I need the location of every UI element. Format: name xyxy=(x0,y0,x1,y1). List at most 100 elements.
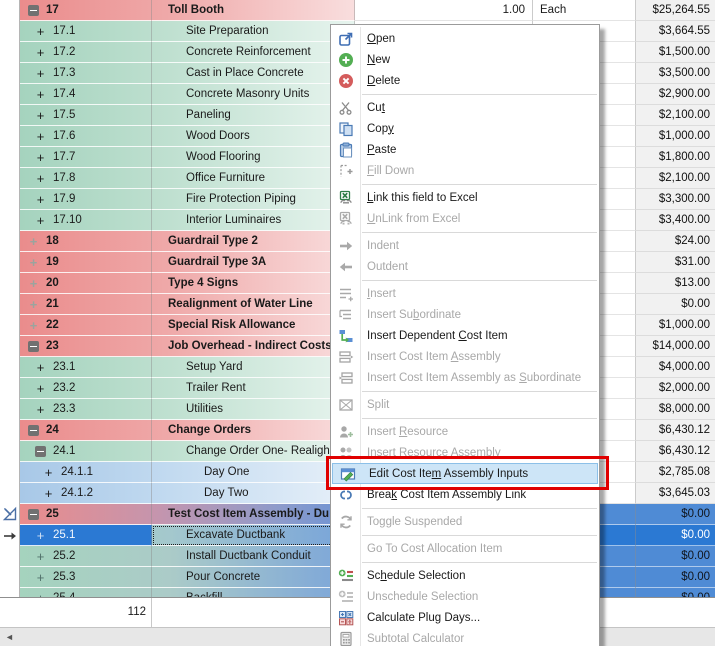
cell-id[interactable]: +23.1 xyxy=(20,357,152,378)
cell-amount[interactable]: $1,500.00 xyxy=(636,42,715,63)
cell-description[interactable]: Interior Luminaires xyxy=(152,210,355,231)
cell-id[interactable]: +24.1.1 xyxy=(20,462,152,483)
cell-description[interactable]: Wood Flooring xyxy=(152,147,355,168)
cell-amount[interactable]: $3,664.55 xyxy=(636,21,715,42)
cell-amount[interactable]: $1,000.00 xyxy=(636,315,715,336)
cell-description[interactable]: Change Orders xyxy=(152,420,355,441)
cell-amount[interactable]: $2,000.00 xyxy=(636,378,715,399)
menu-item-paste[interactable]: Paste xyxy=(331,139,599,160)
cell-amount[interactable]: $13.00 xyxy=(636,273,715,294)
cell-amount[interactable]: $2,785.08 xyxy=(636,462,715,483)
cell-id[interactable]: +17.8 xyxy=(20,168,152,189)
expand-toggle[interactable]: + xyxy=(28,236,39,247)
cell-amount[interactable]: $3,400.00 xyxy=(636,210,715,231)
menu-item-new[interactable]: New xyxy=(331,49,599,70)
cell-amount[interactable]: $6,430.12 xyxy=(636,420,715,441)
cell-amount[interactable]: $0.00 xyxy=(636,504,715,525)
menu-item-schedule-selection[interactable]: Schedule Selection xyxy=(331,565,599,586)
cell-quantity[interactable]: 1.00 xyxy=(355,0,533,21)
expand-toggle[interactable]: + xyxy=(35,47,46,58)
cell-description[interactable]: Test Cost Item Assembly - Du xyxy=(152,504,355,525)
cell-description[interactable]: Install Ductbank Conduit xyxy=(152,546,355,567)
cell-amount[interactable]: $1,800.00 xyxy=(636,147,715,168)
cell-description[interactable]: Setup Yard xyxy=(152,357,355,378)
cell-id[interactable]: 23 xyxy=(20,336,152,357)
cell-id[interactable]: +17.6 xyxy=(20,126,152,147)
menu-item-break-cost-item-assembly-link[interactable]: Break Cost Item Assembly Link xyxy=(331,484,599,505)
expand-toggle[interactable]: + xyxy=(28,278,39,289)
cell-id[interactable]: +17.4 xyxy=(20,84,152,105)
cell-amount[interactable]: $2,100.00 xyxy=(636,105,715,126)
cell-amount[interactable]: $3,500.00 xyxy=(636,63,715,84)
cell-amount[interactable]: $0.00 xyxy=(636,588,715,597)
cell-id[interactable]: 17 xyxy=(20,0,152,21)
menu-item-insert-dependent-cost-item[interactable]: Insert Dependent Cost Item xyxy=(331,325,599,346)
cell-id[interactable]: 24.1 xyxy=(20,441,152,462)
cell-description[interactable]: Concrete Masonry Units xyxy=(152,84,355,105)
cell-id[interactable]: +20 xyxy=(20,273,152,294)
cell-amount[interactable]: $2,100.00 xyxy=(636,168,715,189)
expand-toggle[interactable]: + xyxy=(35,110,46,121)
expand-toggle[interactable]: + xyxy=(35,530,46,541)
cell-description[interactable]: Utilities xyxy=(152,399,355,420)
expand-toggle[interactable] xyxy=(28,425,39,436)
cell-id[interactable]: +18 xyxy=(20,231,152,252)
cell-amount[interactable]: $0.00 xyxy=(636,546,715,567)
cell-id[interactable]: 25 xyxy=(20,504,152,525)
cell-id[interactable]: +25.3 xyxy=(20,567,152,588)
expand-toggle[interactable]: + xyxy=(35,362,46,373)
expand-toggle[interactable]: + xyxy=(35,89,46,100)
cell-amount[interactable]: $14,000.00 xyxy=(636,336,715,357)
cell-unit[interactable]: Each xyxy=(533,0,636,21)
menu-item-cut[interactable]: Cut xyxy=(331,97,599,118)
cell-description[interactable]: Trailer Rent xyxy=(152,378,355,399)
cell-description[interactable]: Job Overhead - Indirect Costs xyxy=(152,336,355,357)
expand-toggle[interactable]: + xyxy=(35,215,46,226)
expand-toggle[interactable] xyxy=(28,5,39,16)
cell-id[interactable]: +17.7 xyxy=(20,147,152,168)
cell-id[interactable]: +25.1 xyxy=(20,525,152,546)
cell-description[interactable]: Wood Doors xyxy=(152,126,355,147)
expand-toggle[interactable]: + xyxy=(35,404,46,415)
cell-description[interactable]: Special Risk Allowance xyxy=(152,315,355,336)
cell-description[interactable]: Office Furniture xyxy=(152,168,355,189)
cell-amount[interactable]: $0.00 xyxy=(636,525,715,546)
cell-description[interactable]: Guardrail Type 2 xyxy=(152,231,355,252)
menu-item-calculate-plug-days[interactable]: Calculate Plug Days... xyxy=(331,607,599,628)
cell-description[interactable]: Fire Protection Piping xyxy=(152,189,355,210)
expand-toggle[interactable]: + xyxy=(35,26,46,37)
cell-description[interactable]: Type 4 Signs xyxy=(152,273,355,294)
cell-description[interactable]: Toll Booth xyxy=(152,0,355,21)
expand-toggle[interactable]: + xyxy=(35,173,46,184)
grid-row-17[interactable]: 17Toll Booth1.00Each$25,264.55 xyxy=(20,0,715,21)
cell-id[interactable]: 24 xyxy=(20,420,152,441)
expand-toggle[interactable]: + xyxy=(43,488,54,499)
expand-toggle[interactable] xyxy=(28,341,39,352)
menu-item-link-field-to-excel[interactable]: Link this field to Excel xyxy=(331,187,599,208)
cell-id[interactable]: +17.2 xyxy=(20,42,152,63)
cell-amount[interactable]: $1,000.00 xyxy=(636,126,715,147)
cell-id[interactable]: +23.3 xyxy=(20,399,152,420)
menu-item-open[interactable]: Open xyxy=(331,28,599,49)
expand-toggle[interactable]: + xyxy=(35,383,46,394)
cell-description[interactable]: Site Preparation xyxy=(152,21,355,42)
cell-id[interactable]: +25.4 xyxy=(20,588,152,597)
cell-id[interactable]: +17.9 xyxy=(20,189,152,210)
cell-id[interactable]: +22 xyxy=(20,315,152,336)
cell-amount[interactable]: $6,430.12 xyxy=(636,441,715,462)
expand-toggle[interactable]: + xyxy=(35,551,46,562)
expand-toggle[interactable]: + xyxy=(28,320,39,331)
cell-id[interactable]: +17.1 xyxy=(20,21,152,42)
expand-toggle[interactable]: + xyxy=(35,194,46,205)
cell-description[interactable]: Concrete Reinforcement xyxy=(152,42,355,63)
expand-toggle[interactable]: + xyxy=(35,572,46,583)
cell-description[interactable]: Change Order One- Realigh the W xyxy=(152,441,355,462)
cell-description[interactable]: Day Two xyxy=(152,483,355,504)
cell-amount[interactable]: $3,645.03 xyxy=(636,483,715,504)
expand-toggle[interactable]: + xyxy=(35,68,46,79)
cell-amount[interactable]: $0.00 xyxy=(636,294,715,315)
cell-id[interactable]: +17.3 xyxy=(20,63,152,84)
cell-id[interactable]: +25.2 xyxy=(20,546,152,567)
cell-amount[interactable]: $2,900.00 xyxy=(636,84,715,105)
cell-description[interactable]: Realignment of Water Line xyxy=(152,294,355,315)
